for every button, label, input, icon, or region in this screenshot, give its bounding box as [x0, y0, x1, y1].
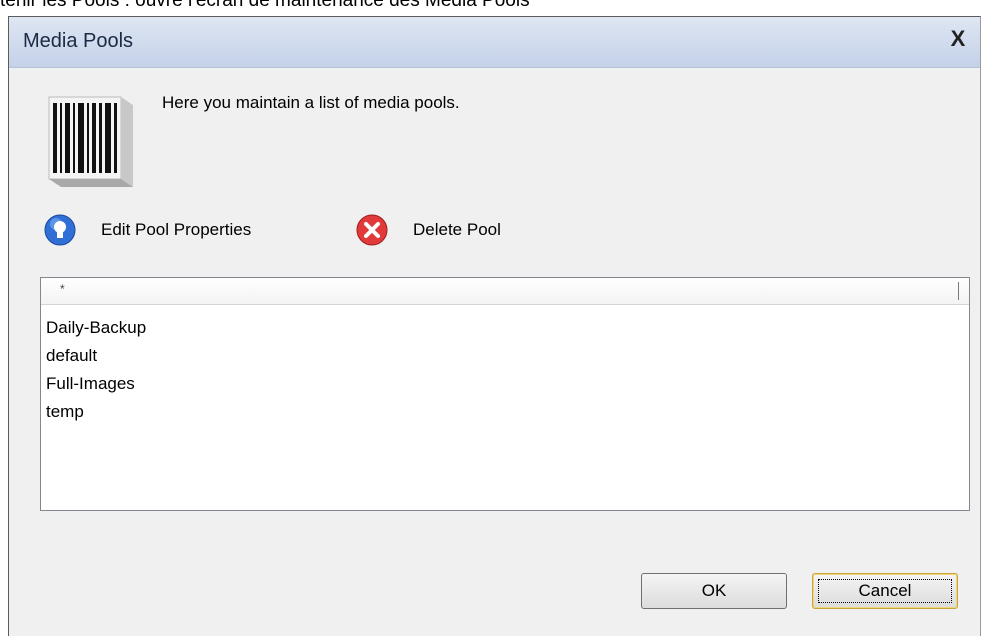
- delete-pool-button[interactable]: Delete Pool: [355, 213, 501, 247]
- close-button[interactable]: X: [946, 26, 970, 52]
- column-header-label: *: [60, 282, 65, 296]
- column-divider[interactable]: [958, 282, 959, 300]
- page-caption: tenir les Pools : ouvre l'écran de maint…: [0, 0, 530, 11]
- list-item[interactable]: Daily-Backup: [41, 314, 969, 342]
- delete-x-icon: [356, 214, 388, 246]
- list-column-header[interactable]: *: [41, 278, 969, 305]
- ok-button[interactable]: OK: [641, 573, 787, 609]
- media-pools-dialog: Media Pools X Here you maintain a list o…: [8, 16, 981, 636]
- list-item[interactable]: temp: [41, 398, 969, 426]
- cancel-button[interactable]: Cancel: [812, 573, 958, 609]
- list-item[interactable]: Full-Images: [41, 370, 969, 398]
- dialog-title: Media Pools: [23, 30, 134, 52]
- title-bar: Media Pools X: [9, 17, 980, 68]
- dialog-description: Here you maintain a list of media pools.: [162, 93, 460, 112]
- delete-pool-label: Delete Pool: [413, 220, 501, 239]
- list-item[interactable]: default: [41, 342, 969, 370]
- edit-pool-properties-button[interactable]: Edit Pool Properties: [43, 213, 251, 247]
- barcode-icon: [48, 96, 133, 187]
- media-pool-list[interactable]: * Daily-Backup default Full-Images temp: [40, 277, 970, 511]
- edit-pool-properties-label: Edit Pool Properties: [101, 220, 252, 239]
- focus-rect: [818, 579, 952, 603]
- lightbulb-info-icon: [44, 214, 76, 246]
